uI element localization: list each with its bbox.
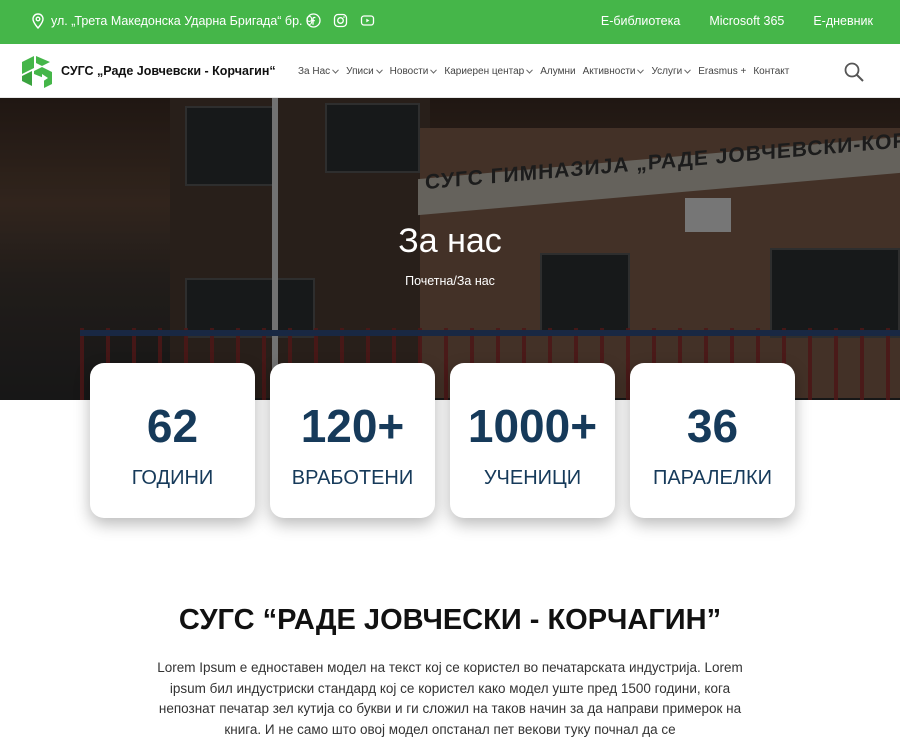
nav-item-label: Новости [389,66,429,77]
nav-item-contact[interactable]: Контакт [753,66,789,77]
instagram-icon[interactable] [333,13,348,28]
top-bar: ул. „Трета Македонска Ударна Бригада“ бр… [0,0,900,44]
top-links: Е-библиотека Microsoft 365 Е-дневник [601,14,873,28]
breadcrumb[interactable]: Почетна/За нас [0,274,900,288]
stat-card-employees: 120+ ВРАБОТЕНИ [270,363,435,518]
page-title: За нас [398,222,502,260]
stat-card-years: 62 ГОДИНИ [90,363,255,518]
stat-card-classes: 36 ПАРАЛЕЛКИ [630,363,795,518]
search-icon[interactable] [843,61,865,83]
nav-item-label: Алумни [540,66,576,77]
school-logo[interactable] [20,54,54,88]
stat-label: ПАРАЛЕЛКИ [652,467,773,489]
nav-item-label: Кариерен центар [444,66,525,77]
link-e-diary[interactable]: Е-дневник [813,14,873,28]
nav-item-label: Уписи [346,66,374,77]
social-links [306,13,375,28]
nav-item-services[interactable]: Услуги [651,66,692,77]
stat-value: 1000+ [467,400,598,452]
school-name[interactable]: СУГС „Раде Јовчевски - Корчагин“ [61,64,276,78]
stat-value: 62 [146,400,199,452]
facebook-icon[interactable] [306,13,321,28]
link-microsoft-365[interactable]: Microsoft 365 [709,14,784,28]
nav-item-label: Erasmus + [698,66,747,77]
nav-item-label: Активности [582,66,636,77]
section-title: СУГС “РАДЕ ЈОВЧЕСКИ - КОРЧАГИН” [178,604,722,636]
main-nav: СУГС „Раде Јовчевски - Корчагин“ За Нас … [0,44,900,98]
nav-item-erasmus[interactable]: Erasmus + [698,66,746,77]
location-pin-icon [32,13,44,29]
nav-item-activities[interactable]: Активности [583,66,645,77]
hero-banner: СУГС ГИМНАЗИЈА „РАДЕ ЈОВЧЕВСКИ-КОР За на… [0,98,900,400]
address: ул. „Трета Македонска Ударна Бригада“ бр… [31,13,313,29]
stat-label: ГОДИНИ [131,467,214,489]
stat-value: 36 [686,400,739,452]
nav-item-about[interactable]: За Нас [298,66,340,77]
chevron-down-icon [526,69,534,74]
chevron-down-icon [684,69,692,74]
nav-item-label: Услуги [651,66,683,77]
address-text: ул. „Трета Македонска Ударна Бригада“ бр… [51,14,313,28]
nav-item-label: Контакт [753,66,790,77]
nav-item-career-center[interactable]: Кариерен центар [444,66,534,77]
chevron-down-icon [637,69,645,74]
youtube-icon[interactable] [360,13,375,28]
stat-value: 120+ [300,400,405,452]
nav-menu: За Нас Уписи Новости Кариерен центар Алу… [298,66,796,77]
chevron-down-icon [332,69,340,74]
stat-label: УЧЕНИЦИ [483,467,582,489]
nav-item-enrollment[interactable]: Уписи [346,66,383,77]
nav-item-news[interactable]: Новости [390,66,438,77]
stat-label: ВРАБОТЕНИ [291,467,414,489]
stat-card-students: 1000+ УЧЕНИЦИ [450,363,615,518]
chevron-down-icon [375,69,383,74]
nav-item-alumni[interactable]: Алумни [540,66,575,77]
chevron-down-icon [430,69,438,74]
link-e-library[interactable]: Е-библиотека [601,14,680,28]
about-paragraph: Lorem Ipsum е едноставен модел на текст … [157,660,743,737]
nav-item-label: За Нас [298,66,331,77]
